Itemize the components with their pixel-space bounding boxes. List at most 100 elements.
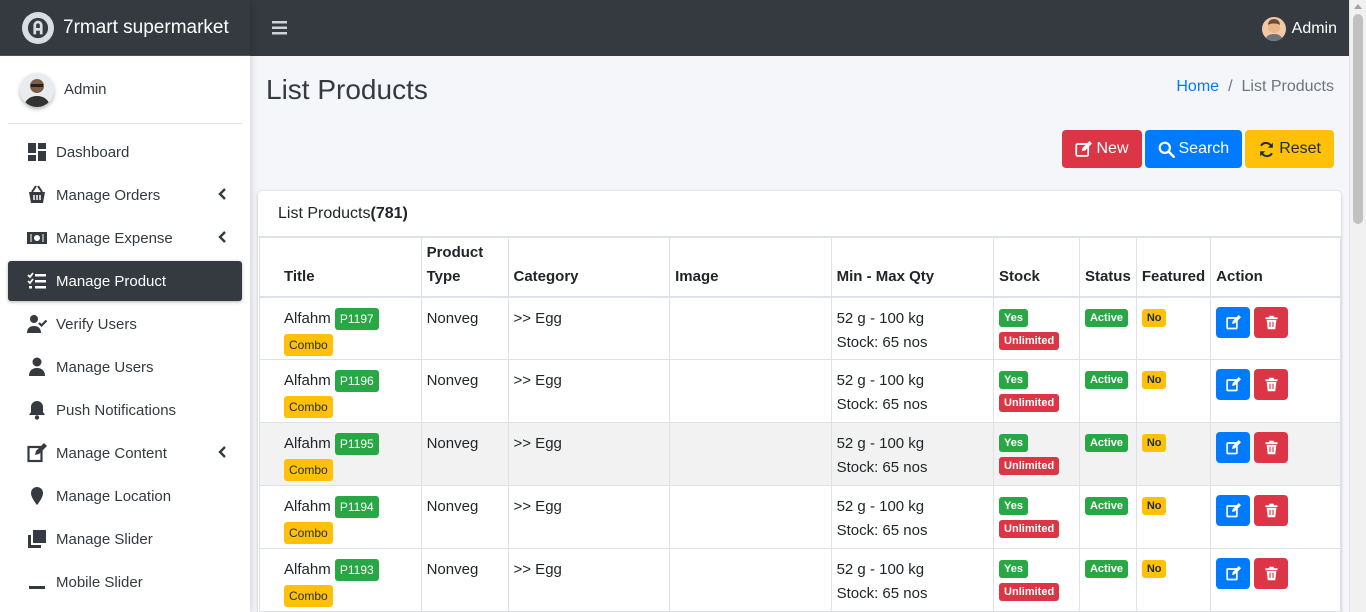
sidebar-item-manage-location[interactable]: Manage Location [8, 476, 242, 516]
scroll-up-icon[interactable] [1354, 4, 1362, 9]
edit-button[interactable] [1216, 306, 1251, 338]
cell-stock: Yes Unlimited [993, 296, 1080, 360]
product-code-badge: P1193 [334, 559, 379, 582]
chevron-left-icon [216, 445, 230, 459]
brand-link[interactable]: 7rmart supermarket [0, 0, 250, 56]
edit-button[interactable] [1216, 495, 1251, 526]
delete-button[interactable] [1254, 558, 1289, 589]
stock-qty: Stock: 65 nos [836, 522, 928, 539]
status-badge[interactable]: Active [1084, 434, 1128, 452]
chevron-left-icon [216, 230, 230, 244]
reset-button[interactable]: Reset [1245, 130, 1334, 168]
breadcrumb-current: List Products [1241, 78, 1334, 95]
search-button[interactable]: Search [1144, 130, 1243, 168]
scroll-thumb[interactable] [1353, 14, 1363, 224]
cell-qty: 52 g - 100 kg Stock: 65 nos [830, 548, 995, 612]
th-title[interactable]: Title [259, 237, 422, 298]
delete-button[interactable] [1254, 495, 1289, 526]
th-category[interactable]: Category [507, 237, 671, 298]
trash-icon [1265, 315, 1278, 329]
unlimited-badge: Unlimited [999, 583, 1060, 601]
cell-action [1210, 548, 1341, 612]
featured-badge[interactable]: No [1141, 371, 1167, 389]
sidebar-item-label: Verify Users [56, 315, 137, 333]
sidebar-item-label: Manage Content [56, 444, 167, 462]
status-badge[interactable]: Active [1084, 497, 1128, 515]
sidebar: 7rmart supermarket Admin Dashboard Manage… [0, 0, 250, 612]
stock-qty: Stock: 65 nos [836, 459, 928, 476]
edit-button[interactable] [1216, 369, 1251, 400]
th-featured[interactable]: Featured [1135, 237, 1212, 298]
delete-button[interactable] [1254, 432, 1289, 463]
list-check-icon [26, 270, 48, 292]
sidebar-item-push-notifications[interactable]: Push Notifications [8, 390, 242, 430]
cell-image [669, 485, 832, 549]
delete-button[interactable] [1254, 306, 1289, 338]
th-image[interactable]: Image [669, 237, 832, 298]
stock-yes-badge[interactable]: Yes [999, 560, 1029, 578]
sidebar-item-manage-expense[interactable]: Manage Expense [8, 218, 242, 258]
sidebar-item-manage-orders[interactable]: Manage Orders [8, 175, 242, 215]
sidebar-item-dashboard[interactable]: Dashboard [8, 132, 242, 172]
top-user-menu[interactable]: Admin [1261, 17, 1337, 41]
brand-logo-icon [22, 11, 54, 44]
page-scrollbar[interactable] [1349, 0, 1366, 612]
map-marker-icon [26, 485, 48, 507]
cell-title: Alfahm P1195 Combo [259, 422, 422, 486]
th-stock[interactable]: Stock [993, 237, 1080, 298]
sidebar-item-manage-slider[interactable]: Manage Slider [8, 519, 242, 559]
sidebar-item-manage-users[interactable]: Manage Users [8, 347, 242, 387]
status-badge[interactable]: Active [1084, 371, 1128, 389]
featured-badge[interactable]: No [1141, 308, 1167, 327]
cell-product-type: Nonveg [420, 548, 509, 612]
menu-toggle-icon[interactable] [272, 20, 290, 36]
stock-yes-badge[interactable]: Yes [999, 371, 1029, 389]
edit-icon [1225, 566, 1241, 581]
cell-status: Active [1078, 359, 1137, 423]
edit-button[interactable] [1216, 432, 1251, 463]
cell-status: Active [1078, 485, 1137, 549]
product-code-badge: P1197 [334, 307, 379, 330]
qty-range: 52 g - 100 kg [836, 498, 925, 515]
product-code-badge: P1194 [334, 496, 379, 519]
sidebar-item-label: Manage Slider [56, 530, 153, 548]
cell-category: >> Egg [507, 422, 671, 486]
user-check-icon [26, 313, 48, 335]
stock-yes-badge[interactable]: Yes [999, 434, 1029, 452]
edit-button[interactable] [1216, 558, 1251, 589]
status-badge[interactable]: Active [1084, 560, 1128, 578]
edit-icon [1225, 440, 1241, 455]
sidebar-item-manage-content[interactable]: Manage Content [8, 433, 242, 473]
status-badge[interactable]: Active [1084, 308, 1128, 327]
th-qty[interactable]: Min - Max Qty [830, 237, 995, 298]
cell-qty: 52 g - 100 kg Stock: 65 nos [830, 485, 995, 549]
featured-badge[interactable]: No [1141, 497, 1167, 515]
stock-qty: Stock: 65 nos [836, 585, 928, 602]
sync-icon [1260, 141, 1274, 157]
th-product-type[interactable]: Product Type [420, 237, 509, 298]
cell-action [1210, 296, 1341, 360]
delete-button[interactable] [1254, 369, 1289, 400]
cell-product-type: Nonveg [420, 296, 509, 360]
cell-title: Alfahm P1196 Combo [259, 359, 422, 423]
cell-image [669, 296, 832, 360]
user-panel[interactable]: Admin [8, 56, 242, 124]
breadcrumb-home-link[interactable]: Home [1176, 78, 1219, 96]
top-avatar [1261, 17, 1286, 41]
sidebar-item-verify-users[interactable]: Verify Users [8, 304, 242, 344]
sidebar-item-label: Manage Expense [56, 229, 173, 247]
unlimited-badge: Unlimited [999, 457, 1060, 475]
products-table: Title Product Type Category Image Min - M… [259, 237, 1341, 612]
edit-icon [26, 442, 48, 464]
edit-icon [1075, 140, 1093, 157]
toolbar: New Search Reset [1062, 130, 1334, 168]
sidebar-item-mobile-slider[interactable]: Mobile Slider [8, 562, 242, 602]
featured-badge[interactable]: No [1141, 560, 1167, 578]
sidebar-item-manage-product[interactable]: Manage Product [8, 261, 242, 301]
new-button[interactable]: New [1062, 130, 1142, 168]
featured-badge[interactable]: No [1141, 434, 1167, 452]
cell-title: Alfahm P1197 Combo [259, 296, 422, 360]
stock-yes-badge[interactable]: Yes [999, 308, 1029, 327]
stock-yes-badge[interactable]: Yes [999, 497, 1029, 515]
th-status[interactable]: Status [1078, 237, 1137, 298]
